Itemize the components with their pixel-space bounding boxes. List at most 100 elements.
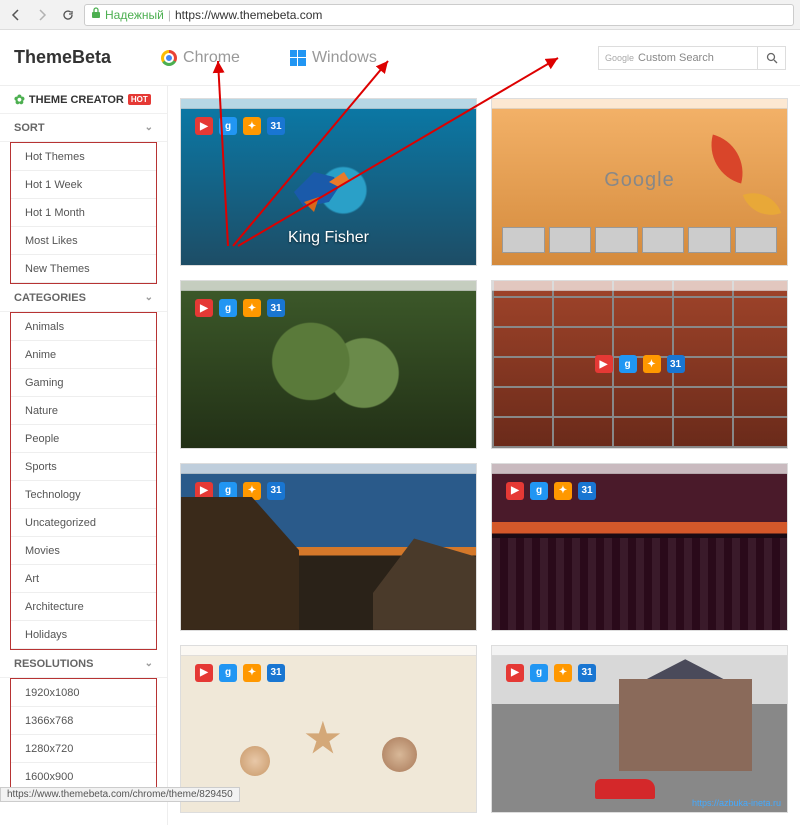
- shell-illustration: [240, 746, 270, 776]
- sort-item-hot-themes[interactable]: Hot Themes: [11, 143, 156, 171]
- categories-header[interactable]: CATEGORIES ⌄: [0, 284, 167, 312]
- theme-card-forest[interactable]: ▶g✦31: [180, 280, 477, 448]
- category-sports[interactable]: Sports: [11, 453, 156, 481]
- calendar-icon: 31: [667, 355, 685, 373]
- apps-icon: ✦: [243, 117, 261, 135]
- youtube-icon: ▶: [195, 117, 213, 135]
- sort-group: Hot Themes Hot 1 Week Hot 1 Month Most L…: [10, 142, 157, 284]
- car-illustration: [595, 779, 655, 799]
- google-icon: g: [619, 355, 637, 373]
- category-animals[interactable]: Animals: [11, 313, 156, 341]
- calendar-icon: 31: [267, 482, 285, 500]
- theme-card-autumn-google[interactable]: Google: [491, 98, 788, 266]
- mountain-illustration: [373, 538, 476, 629]
- google-logo: Google: [604, 169, 675, 192]
- sort-item-most-likes[interactable]: Most Likes: [11, 227, 156, 255]
- google-icon: g: [219, 299, 237, 317]
- address-bar[interactable]: Надежный | https://www.themebeta.com: [84, 4, 794, 26]
- resolution-1920x1080[interactable]: 1920x1080: [11, 679, 156, 707]
- site-logo[interactable]: ThemeBeta: [14, 47, 111, 68]
- google-icon: g: [530, 664, 548, 682]
- search-input[interactable]: Google Custom Search: [598, 46, 758, 70]
- chevron-down-icon: ⌄: [145, 292, 153, 303]
- leaf-icon: [703, 135, 752, 184]
- theme-grid: ▶g✦31 King Fisher Google ▶g✦31 ▶g✦31 ▶g✦…: [168, 86, 800, 825]
- theme-card-bricks[interactable]: ▶g✦31: [491, 280, 788, 448]
- windows-icon: [290, 50, 306, 66]
- google-icon: g: [219, 117, 237, 135]
- nav-windows[interactable]: Windows: [290, 49, 377, 67]
- youtube-icon: ▶: [195, 299, 213, 317]
- watermark: https://azbuka-ineta.ru: [692, 798, 781, 808]
- search-button[interactable]: [758, 46, 786, 70]
- gear-icon: ✿: [14, 92, 25, 108]
- search-placeholder: Custom Search: [638, 52, 714, 64]
- chevron-down-icon: ⌄: [145, 658, 153, 669]
- category-anime[interactable]: Anime: [11, 341, 156, 369]
- sort-item-hot-1-week[interactable]: Hot 1 Week: [11, 171, 156, 199]
- category-technology[interactable]: Technology: [11, 481, 156, 509]
- status-bar: https://www.themebeta.com/chrome/theme/8…: [0, 787, 240, 802]
- bird-illustration: [284, 152, 364, 222]
- theme-tabbar: [181, 646, 476, 656]
- calendar-icon: 31: [578, 482, 596, 500]
- resolutions-header[interactable]: RESOLUTIONS ⌄: [0, 650, 167, 678]
- mountain-illustration: [181, 497, 299, 630]
- leaf-icon: [743, 185, 781, 223]
- youtube-icon: ▶: [595, 355, 613, 373]
- theme-creator-link[interactable]: ✿ THEME CREATOR HOT: [0, 86, 167, 114]
- theme-tabbar: [492, 99, 787, 109]
- theme-tabbar: [181, 464, 476, 474]
- resolutions-group: 1920x1080 1366x768 1280x720 1600x900: [10, 678, 157, 792]
- apps-icon: ✦: [243, 664, 261, 682]
- theme-card-king-fisher[interactable]: ▶g✦31 King Fisher: [180, 98, 477, 266]
- nav-chrome-label: Chrome: [183, 49, 240, 67]
- nav-chrome[interactable]: Chrome: [161, 49, 240, 67]
- tree-illustration: [240, 315, 417, 431]
- category-nature[interactable]: Nature: [11, 397, 156, 425]
- category-holidays[interactable]: Holidays: [11, 621, 156, 649]
- theme-tabbar: [181, 99, 476, 109]
- youtube-icon: ▶: [506, 664, 524, 682]
- calendar-icon: 31: [267, 117, 285, 135]
- back-button[interactable]: [6, 5, 26, 25]
- field-illustration: [492, 538, 787, 629]
- youtube-icon: ▶: [195, 664, 213, 682]
- category-art[interactable]: Art: [11, 565, 156, 593]
- search-icon: [766, 52, 778, 64]
- chevron-down-icon: ⌄: [145, 122, 153, 133]
- theme-card-sunset-field[interactable]: ▶g✦31: [491, 463, 788, 631]
- starfish-illustration: [305, 721, 341, 757]
- nav-windows-label: Windows: [312, 49, 377, 67]
- categories-group: Animals Anime Gaming Nature People Sport…: [10, 312, 157, 650]
- reload-button[interactable]: [58, 5, 78, 25]
- sort-item-new-themes[interactable]: New Themes: [11, 255, 156, 283]
- url-text: https://www.themebeta.com: [175, 8, 322, 22]
- category-uncategorized[interactable]: Uncategorized: [11, 509, 156, 537]
- category-architecture[interactable]: Architecture: [11, 593, 156, 621]
- calendar-icon: 31: [267, 664, 285, 682]
- browser-chrome-bar: Надежный | https://www.themebeta.com: [0, 0, 800, 30]
- category-gaming[interactable]: Gaming: [11, 369, 156, 397]
- resolution-1280x720[interactable]: 1280x720: [11, 735, 156, 763]
- forward-button[interactable]: [32, 5, 52, 25]
- theme-tabbar: [181, 281, 476, 291]
- category-people[interactable]: People: [11, 425, 156, 453]
- google-icon: g: [530, 482, 548, 500]
- apps-icon: ✦: [554, 664, 572, 682]
- hot-badge: HOT: [128, 94, 151, 105]
- chrome-icon: [161, 50, 177, 66]
- lock-icon: [91, 7, 101, 22]
- secure-label: Надежный: [105, 8, 164, 22]
- speed-dial-thumbnails: [502, 227, 777, 253]
- apps-icon: ✦: [554, 482, 572, 500]
- theme-card-house-car[interactable]: ▶g✦31 https://azbuka-ineta.ru: [491, 645, 788, 813]
- theme-tabbar: [492, 464, 787, 474]
- theme-card-yosemite[interactable]: ▶g✦31: [180, 463, 477, 631]
- category-movies[interactable]: Movies: [11, 537, 156, 565]
- google-brand-icon: Google: [605, 53, 634, 63]
- sort-item-hot-1-month[interactable]: Hot 1 Month: [11, 199, 156, 227]
- resolution-1366x768[interactable]: 1366x768: [11, 707, 156, 735]
- shell-illustration: [382, 737, 417, 772]
- sort-header[interactable]: SORT ⌄: [0, 114, 167, 142]
